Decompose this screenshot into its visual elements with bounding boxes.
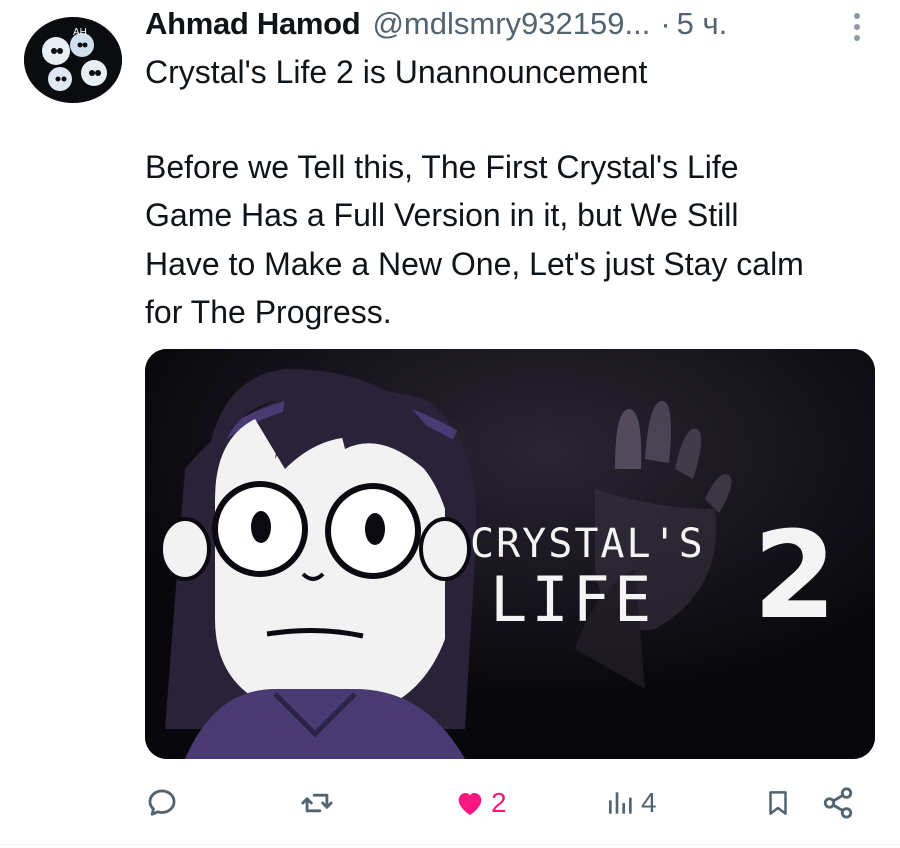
tweet-header: Ahmad Hamod @mdlsmry932159... · 5 ч. <box>145 4 727 44</box>
tweet-text-line: for The Progress. <box>145 294 392 330</box>
repost-icon <box>301 793 333 813</box>
tweet-actions-bar: 2 4 <box>145 775 875 831</box>
like-button[interactable]: 2 <box>453 775 507 831</box>
tweet-text-line: Have to Make a New One, Let's just Stay … <box>145 246 804 282</box>
avatar[interactable]: AH <box>24 17 122 103</box>
cover-title-number: 2 <box>753 507 837 646</box>
heart-filled-icon <box>458 793 482 815</box>
share-button[interactable] <box>821 775 855 831</box>
author-name[interactable]: Ahmad Hamod <box>145 6 361 42</box>
bookmark-button[interactable] <box>763 775 793 831</box>
tweet-text-line: Crystal's Life 2 is Unannouncement <box>145 54 648 90</box>
divider <box>0 844 900 845</box>
cover-title-line2: LIFE <box>490 563 655 636</box>
avatar-initials: AH <box>73 27 87 38</box>
cover-title-line1: CRYSTAL'S <box>470 521 705 567</box>
more-vertical-icon <box>854 13 860 41</box>
tweet-text-line: Before we Tell this, The First Crystal's… <box>145 149 739 185</box>
game-cover-art: CRYSTAL'S LIFE 2 <box>145 349 875 759</box>
reply-button[interactable] <box>145 775 179 831</box>
share-icon <box>823 787 853 819</box>
like-count: 2 <box>491 787 507 818</box>
bookmark-icon <box>769 791 787 815</box>
views-chart-icon <box>609 792 632 814</box>
tweet-text-line: Game Has a Full Version in it, but We St… <box>145 197 739 233</box>
tweet-media-image[interactable]: CRYSTAL'S LIFE 2 <box>145 349 875 759</box>
avatar-image: AH <box>24 17 122 103</box>
views-count: 4 <box>641 787 657 818</box>
header-separator: · <box>660 6 671 41</box>
more-options-button[interactable] <box>842 10 872 44</box>
views-button[interactable]: 4 <box>605 775 657 831</box>
author-handle[interactable]: @mdlsmry932159... <box>372 6 650 42</box>
reply-icon <box>148 789 176 816</box>
tweet-timestamp[interactable]: 5 ч. <box>677 6 728 42</box>
repost-button[interactable] <box>299 775 335 831</box>
